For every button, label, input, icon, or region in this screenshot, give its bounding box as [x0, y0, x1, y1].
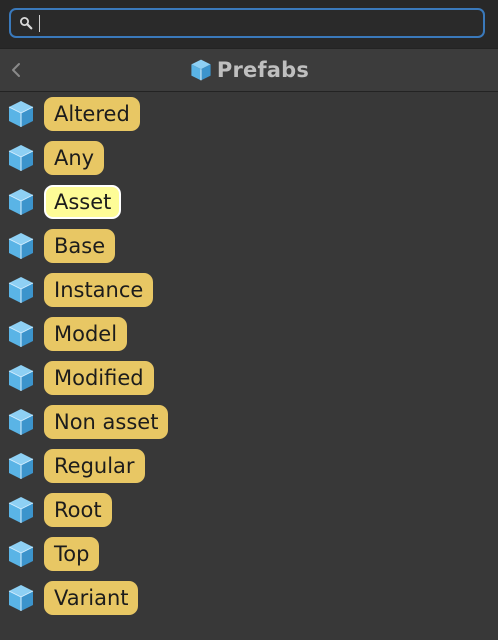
page-title: Prefabs	[0, 49, 498, 91]
prefab-cube-icon	[8, 453, 34, 479]
prefab-type-chip[interactable]: Root	[44, 493, 112, 527]
search-bar	[0, 0, 498, 48]
prefab-type-chip[interactable]: Model	[44, 317, 128, 351]
prefab-cube-icon	[8, 409, 34, 435]
prefab-cube-icon	[8, 277, 34, 303]
breadcrumb-header: Prefabs	[0, 48, 498, 92]
list-item[interactable]: Non asset	[0, 400, 498, 444]
header-title-label: Prefabs	[216, 58, 310, 82]
text-caret	[39, 15, 40, 32]
list-item[interactable]: Asset	[0, 180, 498, 224]
list-item[interactable]: Variant	[0, 576, 498, 620]
prefab-type-chip[interactable]: Any	[44, 141, 105, 175]
prefab-type-chip[interactable]: Instance	[44, 273, 154, 307]
search-input[interactable]	[37, 12, 477, 34]
list-item[interactable]: Any	[0, 136, 498, 180]
prefab-cube-icon	[8, 145, 34, 171]
prefab-type-chip[interactable]: Regular	[44, 449, 145, 483]
prefab-cube-icon	[8, 101, 34, 127]
prefab-type-chip[interactable]: Modified	[44, 361, 154, 395]
prefab-type-chip[interactable]: Asset	[44, 185, 122, 219]
list-item[interactable]: Modified	[0, 356, 498, 400]
prefab-type-list: Altered Any Asset Base Instance Model Mo…	[0, 92, 498, 620]
search-field[interactable]	[9, 8, 485, 38]
prefab-type-chip[interactable]: Base	[44, 229, 116, 263]
list-item[interactable]: Top	[0, 532, 498, 576]
prefab-cube-icon	[8, 585, 34, 611]
list-item[interactable]: Regular	[0, 444, 498, 488]
prefab-cube-icon	[8, 189, 34, 215]
list-item[interactable]: Base	[0, 224, 498, 268]
prefab-type-chip[interactable]: Top	[44, 537, 100, 571]
list-item[interactable]: Altered	[0, 92, 498, 136]
list-item[interactable]: Root	[0, 488, 498, 532]
prefab-type-chip[interactable]: Variant	[44, 581, 139, 615]
prefab-cube-icon	[8, 365, 34, 391]
prefab-cube-icon	[8, 233, 34, 259]
prefab-type-chip[interactable]: Non asset	[44, 405, 169, 439]
list-item[interactable]: Model	[0, 312, 498, 356]
prefab-cube-icon	[8, 541, 34, 567]
prefab-cube-icon	[191, 59, 211, 81]
search-icon	[20, 17, 33, 30]
prefab-type-chip[interactable]: Altered	[44, 97, 140, 131]
prefab-cube-icon	[8, 497, 34, 523]
prefab-search-window: Prefabs Altered Any Asset Base Instance …	[0, 0, 498, 640]
prefab-cube-icon	[8, 321, 34, 347]
list-item[interactable]: Instance	[0, 268, 498, 312]
